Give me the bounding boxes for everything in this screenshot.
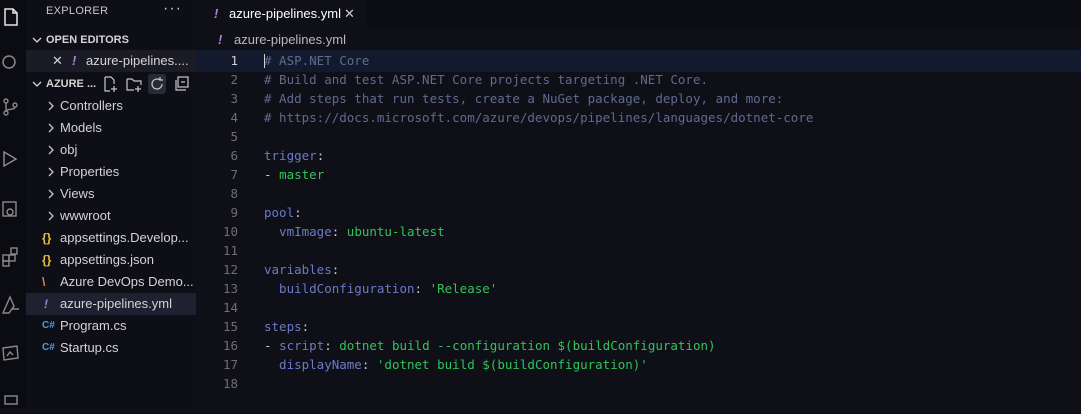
tree-item-label: appsettings.json [60, 252, 154, 267]
line-number: 18 [222, 376, 238, 391]
tree-folder[interactable]: Models [26, 117, 196, 139]
open-editor-item[interactable]: ✕ ! azure-pipelines.... [26, 50, 196, 72]
code-line[interactable]: 18 [196, 373, 1081, 395]
chevron-right-icon [46, 117, 56, 140]
tab-bar: ! azure-pipelines.yml ✕ [196, 0, 1081, 27]
new-file-icon[interactable] [102, 74, 120, 94]
code-editor[interactable]: 1 # ASP.NET Core 2 # Build and test ASP.NET… [196, 50, 1081, 408]
explorer-sidebar: EXPLORER ··· OPEN EDITORS ✕ ! azure-pipe… [26, 0, 196, 408]
tree-folder[interactable]: Views [26, 183, 196, 205]
azure-icon[interactable] [0, 294, 22, 316]
tree-item-label: Properties [60, 164, 120, 179]
tab-label: azure-pipelines.yml [229, 6, 341, 21]
accounts-icon[interactable] [0, 392, 22, 414]
chevron-right-icon [46, 205, 56, 228]
tree-folder[interactable]: wwwroot [26, 205, 196, 227]
tree-item-label: Models [60, 120, 102, 135]
run-debug-icon[interactable] [0, 148, 22, 170]
extensions-icon[interactable] [0, 246, 22, 268]
open-editor-name: azure-pipelines.... [86, 53, 189, 68]
yaml-file-icon: ! [218, 32, 223, 47]
open-editors-label: OPEN EDITORS [46, 34, 129, 46]
files-icon[interactable] [0, 6, 22, 28]
json-file-icon: {} [42, 253, 52, 267]
tree-file[interactable]: \ Azure DevOps Demo... [26, 271, 196, 293]
tree-item-label: Azure DevOps Demo... [60, 274, 194, 289]
chevron-right-icon [46, 139, 56, 162]
tree-item-label: azure-pipelines.yml [60, 296, 172, 311]
cs-file-icon: C# [42, 320, 55, 331]
more-actions-icon[interactable]: ··· [163, 0, 182, 18]
chevron-right-icon [46, 183, 56, 206]
source-control-icon[interactable] [0, 96, 22, 118]
yaml-file-icon: ! [214, 6, 219, 21]
tree-file[interactable]: {} appsettings.Develop... [26, 227, 196, 249]
tree-folder[interactable]: obj [26, 139, 196, 161]
activity-bar [0, 0, 26, 408]
rss-file-icon: \ [42, 275, 46, 289]
explorer-title: EXPLORER [46, 5, 109, 17]
chevron-right-icon [46, 161, 56, 184]
tree-file[interactable]: {} appsettings.json [26, 249, 196, 271]
json-file-icon: {} [42, 231, 52, 245]
folder-label: AZURE ... [46, 78, 97, 90]
breadcrumb-label: azure-pipelines.yml [234, 32, 346, 47]
tree-file[interactable]: ! azure-pipelines.yml [26, 293, 196, 315]
tree-item-label: Startup.cs [60, 340, 119, 355]
collapse-all-icon[interactable] [174, 74, 192, 94]
chevron-down-icon [32, 74, 42, 97]
tree-item-label: Controllers [60, 98, 123, 113]
tree-item-label: Views [60, 186, 95, 201]
tree-file[interactable]: C# Startup.cs [26, 337, 196, 359]
new-folder-icon[interactable] [126, 74, 144, 94]
tree-folder[interactable]: Properties [26, 161, 196, 183]
chevron-right-icon [46, 95, 56, 118]
text-cursor [264, 54, 265, 68]
docker-icon[interactable] [0, 342, 22, 364]
tree-file[interactable]: C# Program.cs [26, 315, 196, 337]
tree-folder[interactable]: Controllers [26, 95, 196, 117]
tree-item-label: appsettings.Develop... [60, 230, 189, 245]
tab-azure-pipelines[interactable]: ! azure-pipelines.yml ✕ [196, 0, 366, 27]
close-icon[interactable]: ✕ [52, 50, 63, 72]
tree-item-label: Program.cs [60, 318, 127, 333]
tree-item-label: wwwroot [60, 208, 111, 223]
yaml-file-icon: ! [72, 53, 77, 68]
tree-item-label: obj [60, 142, 78, 157]
yaml-file-icon: ! [44, 297, 48, 311]
remote-explorer-icon[interactable] [0, 198, 22, 220]
cs-file-icon: C# [42, 342, 55, 353]
open-editors-header[interactable]: OPEN EDITORS [26, 30, 196, 50]
close-icon[interactable]: ✕ [344, 0, 355, 27]
search-icon[interactable] [0, 50, 22, 72]
refresh-icon[interactable] [148, 74, 166, 94]
